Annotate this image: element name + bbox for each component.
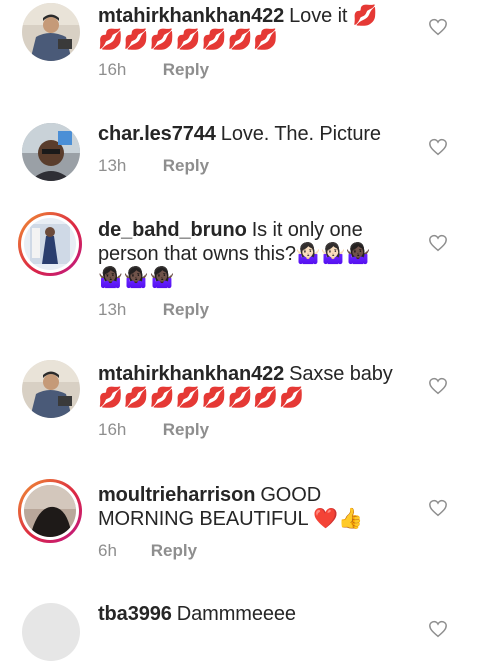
comment-emoji: 💋 [352, 5, 378, 27]
comment-item: char.les7744 Love. The. Picture 13h Reply [0, 110, 480, 200]
comment-meta: 6h Reply [98, 541, 197, 561]
comment-username[interactable]: tba3996 [98, 603, 172, 625]
avatar[interactable] [22, 360, 80, 418]
comment-text: Love. The. Picture [220, 123, 381, 145]
comment-time: 13h [98, 156, 127, 175]
comment-body: mtahirkhankhan422 Saxse baby 💋💋💋💋💋💋💋💋 [98, 362, 408, 410]
comment-body: moultrieharrison GOOD MORNING BEAUTIFUL ❤… [98, 483, 408, 531]
comment-meta: 13h Reply [98, 156, 209, 176]
avatar[interactable] [22, 123, 80, 181]
comment-username[interactable]: moultrieharrison [98, 484, 255, 506]
heart-outline-icon[interactable] [428, 620, 448, 638]
comment-emoji: 🤷🏻‍♀️🤷🏻‍♀️🤷🏿‍♀️ [295, 243, 371, 265]
comment-body: char.les7744 Love. The. Picture [98, 122, 408, 146]
comment-text: Saxse baby [289, 363, 393, 385]
heart-outline-icon[interactable] [428, 138, 448, 156]
comment-body: tba3996 Dammmeeee [98, 602, 408, 626]
comment-text: Love it [289, 5, 348, 27]
comment-item: mtahirkhankhan422 Love it 💋 💋💋💋💋💋💋💋 16h R… [0, 0, 480, 100]
heart-outline-icon[interactable] [428, 377, 448, 395]
comment-time: 13h [98, 300, 127, 319]
reply-button[interactable]: Reply [163, 300, 209, 319]
comment-username[interactable]: char.les7744 [98, 123, 216, 145]
comment-username[interactable]: mtahirkhankhan422 [98, 363, 284, 385]
comment-time: 6h [98, 541, 117, 560]
comment-emoji-line: 💋💋💋💋💋💋💋💋 [98, 387, 306, 409]
comment-body: de_bahd_bruno Is it only one person that … [98, 218, 408, 290]
reply-button[interactable]: Reply [151, 541, 197, 560]
comment-body: mtahirkhankhan422 Love it 💋 💋💋💋💋💋💋💋 [98, 4, 408, 52]
avatar[interactable] [22, 3, 80, 61]
heart-outline-icon[interactable] [428, 499, 448, 517]
reply-button[interactable]: Reply [163, 156, 209, 175]
comment-item: tba3996 Dammmeeee [0, 598, 480, 661]
comment-item: mtahirkhankhan422 Saxse baby 💋💋💋💋💋💋💋💋 16h… [0, 355, 480, 465]
comment-meta: 16h Reply [98, 60, 209, 80]
comment-item: de_bahd_bruno Is it only one person that … [0, 210, 480, 340]
heart-outline-icon[interactable] [428, 18, 448, 36]
avatar[interactable] [22, 603, 80, 661]
reply-button[interactable]: Reply [163, 60, 209, 79]
comment-item: moultrieharrison GOOD MORNING BEAUTIFUL ❤… [0, 477, 480, 587]
avatar-story-ring[interactable] [18, 479, 82, 543]
comment-time: 16h [98, 60, 127, 79]
avatar-story-ring[interactable] [18, 212, 82, 276]
comment-text: Dammmeeee [176, 603, 296, 625]
comment-username[interactable]: de_bahd_bruno [98, 219, 247, 241]
comment-emoji: ❤️👍 [313, 508, 363, 530]
comment-meta: 13h Reply [98, 300, 209, 320]
comment-username[interactable]: mtahirkhankhan422 [98, 5, 284, 27]
reply-button[interactable]: Reply [163, 420, 209, 439]
comment-time: 16h [98, 420, 127, 439]
comment-emoji-line: 🤷🏿‍♀️🤷🏿‍♀️🤷🏿‍♀️ [98, 267, 176, 289]
comment-meta: 16h Reply [98, 420, 209, 440]
comment-emoji-line: 💋💋💋💋💋💋💋 [98, 29, 280, 51]
heart-outline-icon[interactable] [428, 234, 448, 252]
